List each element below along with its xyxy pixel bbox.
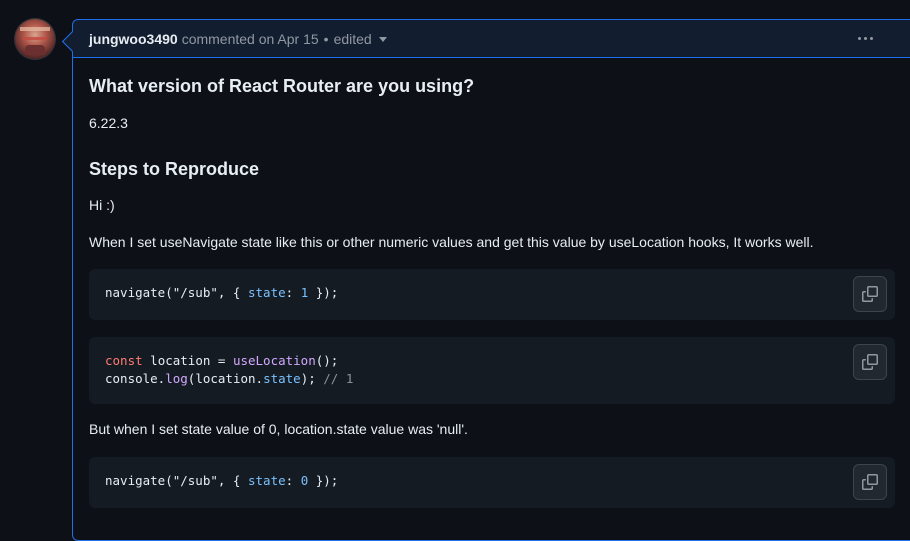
code-token: navigate("/sub", {: [105, 473, 248, 488]
copy-icon: [862, 354, 878, 370]
copy-icon: [862, 286, 878, 302]
avatar-detail: [20, 27, 50, 31]
code-comment: // 1: [323, 371, 354, 386]
problem-text: But when I set state value of 0, locatio…: [89, 421, 468, 437]
copy-button[interactable]: [853, 464, 887, 500]
code-token: location =: [142, 353, 233, 368]
code-token: ();: [315, 353, 339, 368]
edited-dropdown[interactable]: edited: [334, 31, 387, 47]
separator: •: [323, 30, 329, 47]
code-token: useLocation: [232, 353, 316, 368]
code-token: state: [248, 285, 286, 300]
copy-button[interactable]: [853, 344, 887, 380]
code-token: );: [300, 371, 324, 386]
code-token: :: [285, 473, 301, 488]
heading-version: What version of React Router are you usi…: [89, 76, 475, 96]
description-text: When I set useNavigate state like this o…: [89, 234, 814, 250]
author-link[interactable]: jungwoo3490: [89, 31, 178, 47]
greeting-text: Hi :): [89, 197, 115, 213]
avatar-detail: [23, 37, 47, 40]
code-block: const location = useLocation(); console.…: [89, 337, 895, 404]
avatar-detail: [25, 45, 45, 55]
code-token: });: [308, 473, 339, 488]
kebab-horizontal-icon[interactable]: [855, 29, 875, 47]
copy-button[interactable]: [853, 276, 887, 312]
version-text: 6.22.3: [89, 115, 128, 131]
code-block: navigate("/sub", { state: 0 });: [89, 457, 895, 508]
comment-header: jungwoo3490 commented on Apr 15 • edited: [73, 20, 910, 58]
edited-label: edited: [333, 30, 372, 47]
code-token: log: [165, 371, 188, 386]
code-token: (location.: [187, 371, 264, 386]
code-token: });: [308, 285, 339, 300]
copy-icon: [862, 474, 878, 490]
code-token: const: [105, 353, 143, 368]
comment-card: jungwoo3490 commented on Apr 15 • edited…: [61, 19, 910, 541]
code-token: console.: [105, 371, 166, 386]
heading-steps: Steps to Reproduce: [89, 159, 260, 179]
code-token: state: [263, 371, 301, 386]
avatar[interactable]: [15, 19, 55, 59]
code-token: navigate("/sub", {: [105, 285, 248, 300]
code-token: :: [285, 285, 301, 300]
code-block: navigate("/sub", { state: 1 });: [89, 269, 895, 320]
triangle-down-icon: [378, 37, 387, 42]
comment-timestamp[interactable]: commented on Apr 15: [182, 31, 319, 47]
code-token: state: [248, 473, 286, 488]
